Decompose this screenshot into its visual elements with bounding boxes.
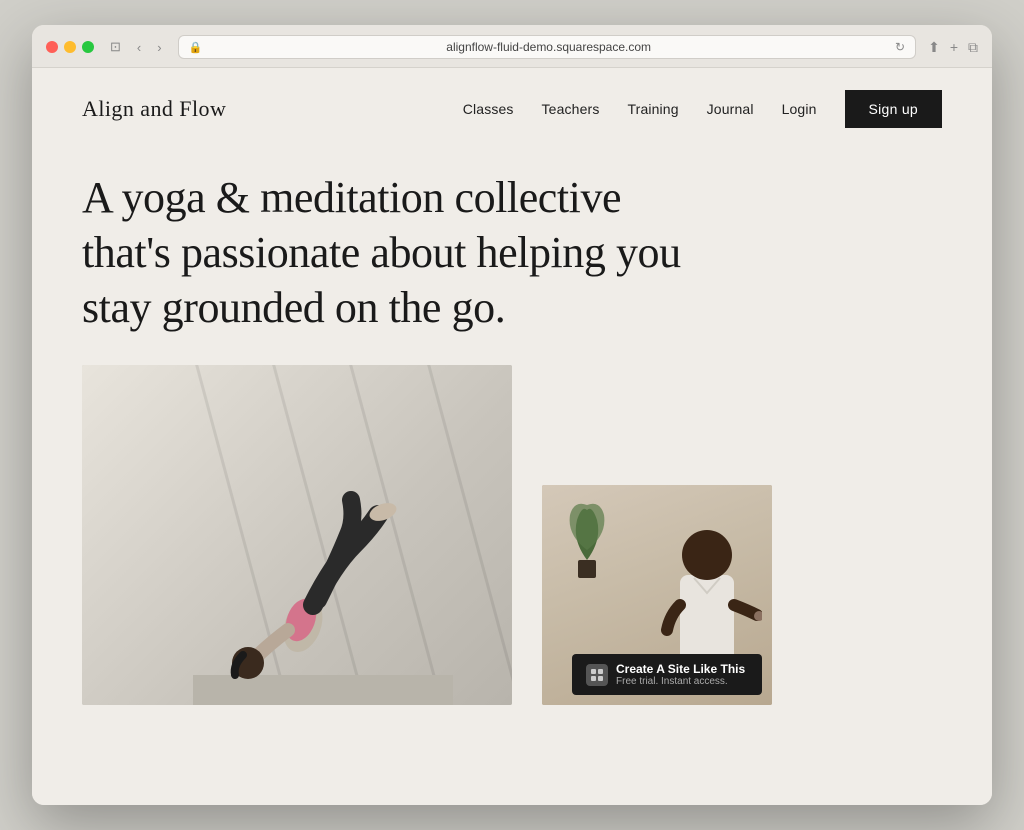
images-section: Create A Site Like This Free trial. Inst… [32, 365, 992, 805]
minimize-button[interactable] [64, 41, 76, 53]
hero-headline: A yoga & meditation collective that's pa… [82, 170, 682, 335]
nav-classes[interactable]: Classes [463, 101, 514, 117]
site-logo[interactable]: Align and Flow [82, 96, 226, 122]
yoga-image [82, 365, 512, 705]
yoga-scene-bg [82, 365, 512, 705]
address-bar[interactable]: 🔒 alignflow-fluid-demo.squarespace.com ↻ [178, 35, 916, 59]
nav-links: Classes Teachers Training Journal Login … [463, 90, 942, 128]
nav-login[interactable]: Login [782, 101, 817, 117]
nav-journal[interactable]: Journal [707, 101, 754, 117]
nav-teachers[interactable]: Teachers [542, 101, 600, 117]
squarespace-badge[interactable]: Create A Site Like This Free trial. Inst… [572, 654, 762, 695]
yoga-person-svg [193, 405, 453, 705]
signup-button[interactable]: Sign up [845, 90, 942, 128]
badge-subtitle: Free trial. Instant access. [616, 676, 745, 687]
site-nav: Align and Flow Classes Teachers Training… [32, 68, 992, 150]
badge-title: Create A Site Like This [616, 662, 745, 676]
traffic-lights [46, 41, 94, 53]
close-button[interactable] [46, 41, 58, 53]
browser-navigation: ⊡ ‹ › [106, 37, 166, 57]
new-tab-icon[interactable]: + [950, 39, 958, 56]
plant-svg [552, 490, 622, 580]
nav-training[interactable]: Training [627, 101, 678, 117]
hero-section: A yoga & meditation collective that's pa… [32, 150, 992, 365]
back-button[interactable]: ‹ [133, 38, 145, 57]
browser-window: ⊡ ‹ › 🔒 alignflow-fluid-demo.squarespace… [32, 25, 992, 805]
url-text: alignflow-fluid-demo.squarespace.com [208, 40, 889, 54]
meditation-image: Create A Site Like This Free trial. Inst… [542, 485, 772, 705]
sidebar-toggle-icon[interactable]: ⊡ [106, 37, 125, 57]
refresh-icon[interactable]: ↻ [895, 40, 905, 54]
share-icon[interactable]: ⬆ [928, 39, 940, 56]
browser-actions: ⬆ + ⧉ [928, 39, 978, 56]
browser-chrome: ⊡ ‹ › 🔒 alignflow-fluid-demo.squarespace… [32, 25, 992, 68]
badge-text: Create A Site Like This Free trial. Inst… [616, 662, 745, 687]
lock-icon: 🔒 [189, 41, 203, 54]
forward-button[interactable]: › [153, 38, 165, 57]
fullscreen-button[interactable] [82, 41, 94, 53]
tabs-icon[interactable]: ⧉ [968, 39, 978, 56]
squarespace-logo-icon [586, 664, 608, 686]
website-content: Align and Flow Classes Teachers Training… [32, 68, 992, 805]
